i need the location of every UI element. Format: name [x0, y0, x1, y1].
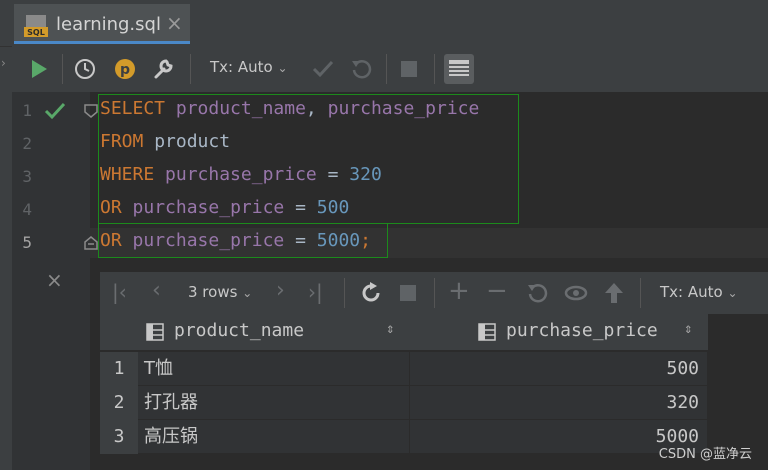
- commit-button[interactable]: [308, 54, 338, 84]
- line-number: 2: [22, 134, 32, 153]
- stop-icon[interactable]: [400, 285, 416, 301]
- close-results-icon[interactable]: ×: [46, 268, 63, 292]
- line-number: 1: [22, 101, 32, 120]
- row-count-label: 3 rows: [188, 283, 238, 301]
- chevron-down-icon: ⌄: [277, 61, 288, 75]
- line-number: 3: [22, 167, 32, 186]
- settings-button[interactable]: [148, 54, 178, 84]
- table-cell[interactable]: 320: [410, 386, 708, 420]
- stop-button[interactable]: [394, 54, 424, 84]
- wrench-icon: [154, 59, 173, 79]
- results-toolbar: |‹ ‹ 3 rows ⌄ › ›| + − Tx: Auto ⌄: [100, 272, 768, 314]
- statement-highlight: [98, 224, 388, 258]
- history-button[interactable]: [70, 54, 100, 84]
- tab-learning-sql[interactable]: SQL learning.sql ×: [14, 4, 190, 44]
- svg-text:SQL: SQL: [27, 28, 45, 37]
- last-page-icon[interactable]: ›|: [308, 280, 323, 304]
- svg-text:p: p: [120, 62, 130, 78]
- chevron-down-icon: ⌄: [242, 286, 253, 300]
- sql-file-icon: SQL: [24, 15, 48, 37]
- table-layout-icon: [449, 60, 469, 76]
- line-number: 5: [22, 233, 32, 252]
- column-header-product-name[interactable]: product_name ⇕: [138, 314, 411, 350]
- play-icon: [32, 60, 47, 78]
- sort-icon[interactable]: ⇕: [684, 321, 692, 337]
- chevron-down-icon: ⌄: [727, 286, 738, 300]
- row-count-dropdown[interactable]: 3 rows ⌄: [188, 283, 252, 301]
- toolbar-divider: [434, 278, 435, 308]
- row-number: 1: [100, 352, 138, 386]
- next-page-icon[interactable]: ›: [276, 278, 285, 303]
- stop-icon: [401, 61, 417, 77]
- tx-mode-label: Tx: Auto: [660, 283, 723, 301]
- watermark: CSDN @蓝净云: [658, 447, 752, 462]
- fold-end-icon[interactable]: [84, 236, 98, 250]
- row-number-header: [100, 314, 139, 350]
- close-icon[interactable]: ×: [166, 11, 183, 35]
- submit-arrow-up-icon[interactable]: [604, 282, 624, 304]
- clock-icon: [75, 59, 95, 79]
- toolbar-divider: [640, 278, 641, 308]
- refresh-icon[interactable]: [360, 282, 382, 304]
- first-page-icon[interactable]: |‹: [112, 280, 127, 304]
- table-cell[interactable]: T恤: [138, 352, 410, 386]
- view-icon[interactable]: [564, 282, 588, 304]
- table-cell[interactable]: 高压锅: [138, 420, 410, 454]
- success-check-icon: [44, 102, 66, 120]
- output-layout-button[interactable]: [444, 54, 474, 84]
- column-table-icon: [146, 323, 164, 341]
- column-header-label: product_name: [174, 320, 305, 341]
- toolbar-divider: [386, 54, 387, 84]
- expand-arrow-icon[interactable]: ›: [1, 56, 6, 70]
- results-tx-mode-dropdown[interactable]: Tx: Auto ⌄: [660, 283, 738, 301]
- add-row-icon[interactable]: +: [448, 276, 470, 306]
- table-cell[interactable]: 500: [410, 352, 708, 386]
- line-number: 4: [22, 200, 32, 219]
- rollback-button[interactable]: [346, 54, 376, 84]
- explain-plan-button[interactable]: p: [110, 54, 140, 84]
- table-cell[interactable]: 打孔器: [138, 386, 410, 420]
- tx-mode-label: Tx: Auto: [210, 58, 273, 76]
- undo-icon: [352, 60, 372, 79]
- tab-title: learning.sql: [56, 14, 161, 35]
- row-number: 2: [100, 386, 138, 420]
- run-button[interactable]: [24, 54, 54, 84]
- delete-row-icon[interactable]: −: [486, 276, 508, 306]
- column-header-purchase-price[interactable]: purchase_price ⇕: [410, 314, 709, 350]
- prev-page-icon[interactable]: ‹: [152, 278, 161, 303]
- toolbar-divider: [190, 54, 191, 84]
- check-icon: [312, 60, 334, 78]
- column-table-icon: [478, 323, 496, 341]
- toolbar-divider: [62, 54, 63, 84]
- statement-highlight: [98, 94, 519, 224]
- editor-toolbar: p Tx: Auto ⌄: [12, 46, 768, 93]
- p-badge-icon: p: [115, 59, 135, 79]
- column-header-label: purchase_price: [506, 320, 658, 341]
- tx-mode-dropdown[interactable]: Tx: Auto ⌄: [210, 58, 288, 76]
- row-number: 3: [100, 420, 138, 454]
- fold-start-icon[interactable]: [84, 104, 98, 118]
- sort-icon[interactable]: ⇕: [386, 321, 394, 337]
- revert-icon[interactable]: [526, 282, 548, 304]
- toolbar-divider: [434, 54, 435, 84]
- toolbar-divider: [344, 278, 345, 308]
